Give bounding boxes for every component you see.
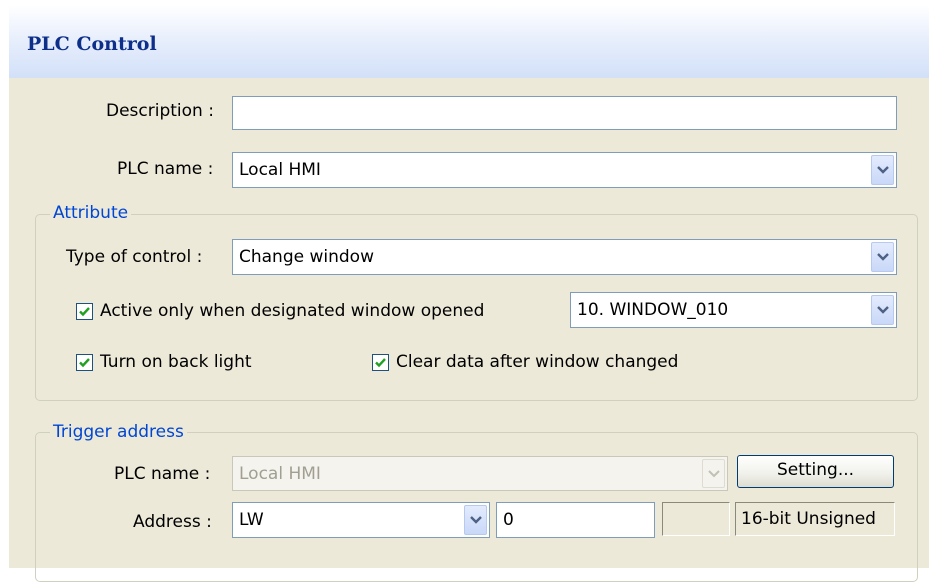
dialog-title: PLC Control <box>27 33 157 55</box>
address-extra-box <box>662 502 730 536</box>
address-input[interactable]: 0 <box>496 502 655 538</box>
plc-name-select[interactable]: Local HMI <box>232 152 897 188</box>
checkmark-icon <box>79 307 90 317</box>
checkmark-icon <box>79 358 90 368</box>
type-of-control-value: Change window <box>239 247 374 267</box>
designated-window-value: 10. WINDOW_010 <box>577 300 729 320</box>
chevron-down-icon[interactable] <box>871 155 894 185</box>
type-of-control-label: Type of control : <box>66 247 203 267</box>
plc-name-label: PLC name : <box>117 159 214 179</box>
designated-window-select[interactable]: 10. WINDOW_010 <box>570 292 897 328</box>
type-of-control-select[interactable]: Change window <box>232 239 897 275</box>
address-label: Address : <box>133 512 212 532</box>
plc-name-value: Local HMI <box>239 160 321 180</box>
chevron-down-icon[interactable] <box>871 242 894 272</box>
trigger-plc-name-label: PLC name : <box>114 464 211 484</box>
chevron-down-icon <box>702 459 725 488</box>
chevron-down-icon[interactable] <box>871 295 894 325</box>
trigger-address-legend: Trigger address <box>50 422 187 442</box>
back-light-checkbox[interactable] <box>76 354 93 371</box>
active-only-checkbox[interactable] <box>76 303 93 320</box>
trigger-plc-name-select: Local HMI <box>232 456 728 491</box>
data-format-value: 16-bit Unsigned <box>741 509 876 529</box>
device-type-select[interactable]: LW <box>232 502 490 538</box>
description-label: Description : <box>106 101 214 121</box>
active-only-label[interactable]: Active only when designated window opene… <box>100 301 484 321</box>
setting-button[interactable]: Setting... <box>737 455 894 488</box>
trigger-plc-name-value: Local HMI <box>239 463 321 484</box>
clear-data-checkbox[interactable] <box>372 354 389 371</box>
checkmark-icon <box>375 358 386 368</box>
chevron-down-icon[interactable] <box>464 505 487 535</box>
description-input[interactable] <box>232 96 897 130</box>
clear-data-label[interactable]: Clear data after window changed <box>396 352 678 372</box>
title-bar: PLC Control <box>9 5 929 78</box>
attribute-legend: Attribute <box>50 203 132 223</box>
back-light-label[interactable]: Turn on back light <box>100 352 252 372</box>
device-type-value: LW <box>239 510 264 530</box>
data-format-display: 16-bit Unsigned <box>735 502 895 536</box>
